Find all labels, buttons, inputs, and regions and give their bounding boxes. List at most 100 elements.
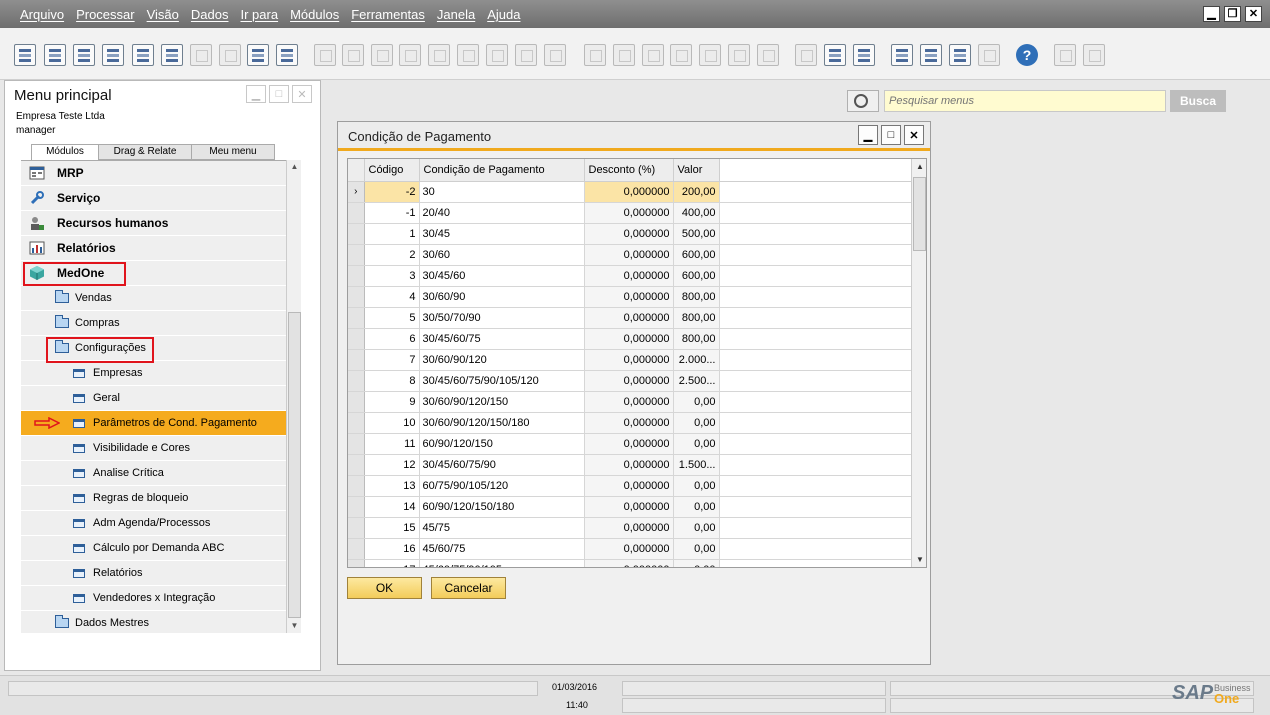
cell-codigo[interactable]: 16 <box>364 538 420 560</box>
form-settings-icon[interactable] <box>1054 44 1076 66</box>
cell-codigo[interactable]: 11 <box>364 433 420 455</box>
menu-item[interactable]: Ferramentas <box>351 7 425 22</box>
row-header[interactable] <box>348 265 365 287</box>
cell-condicao[interactable]: 30/45/60/75/90 <box>419 454 585 476</box>
table-row[interactable]: 3 30/45/60 0,000000 600,00 <box>348 265 911 287</box>
cell-desconto[interactable]: 0,000000 <box>584 433 674 455</box>
cell-condicao[interactable]: 45/60/75/90/105 <box>419 559 585 567</box>
tree-item-empresas[interactable]: Empresas <box>21 361 286 386</box>
row-header[interactable] <box>348 286 365 308</box>
first-record-icon[interactable] <box>371 44 393 66</box>
table-row[interactable]: 1 30/45 0,000000 500,00 <box>348 223 911 245</box>
cell-codigo[interactable]: 6 <box>364 328 420 350</box>
cell-valor[interactable]: 0,00 <box>673 475 720 497</box>
export-excel-icon[interactable] <box>161 44 183 66</box>
table-row[interactable]: 4 30/60/90 0,000000 800,00 <box>348 286 911 308</box>
close-icon[interactable]: ✕ <box>1245 6 1262 22</box>
target-document-icon[interactable] <box>613 44 635 66</box>
tree-item-relatorios[interactable]: Relatórios <box>21 236 286 261</box>
refresh-icon[interactable] <box>486 44 508 66</box>
cell-valor[interactable]: 1.500... <box>673 454 720 476</box>
table-row[interactable]: › -2 30 0,000000 200,00 <box>348 181 911 203</box>
cancel-button[interactable]: Cancelar <box>431 577 506 599</box>
fax-icon[interactable] <box>132 44 154 66</box>
tree-item-calculo-demanda[interactable]: Cálculo por Demanda ABC <box>21 536 286 561</box>
cell-valor[interactable]: 0,00 <box>673 412 720 434</box>
tree-item-visibilidade-cores[interactable]: Visibilidade e Cores <box>21 436 286 461</box>
help-icon[interactable]: ? <box>1016 44 1038 66</box>
row-header[interactable] <box>348 454 365 476</box>
row-header[interactable] <box>348 202 365 224</box>
scroll-down-icon[interactable]: ▼ <box>912 552 926 567</box>
maximize-icon[interactable]: □ <box>881 125 901 145</box>
table-row[interactable]: 11 60/90/120/150 0,000000 0,00 <box>348 433 911 455</box>
volume-weight-icon[interactable] <box>728 44 750 66</box>
dialog-title-bar[interactable]: Condição de Pagamento ▁ □ ✕ <box>338 122 930 151</box>
menu-item[interactable]: Arquivo <box>20 7 64 22</box>
cell-desconto[interactable]: 0,000000 <box>584 370 674 392</box>
cell-condicao[interactable]: 30/60/90/120 <box>419 349 585 371</box>
settings-icon[interactable] <box>757 44 779 66</box>
row-header[interactable] <box>348 307 365 329</box>
menu-item[interactable]: Janela <box>437 7 475 22</box>
cell-valor[interactable]: 0,00 <box>673 391 720 413</box>
sms-icon[interactable] <box>102 44 124 66</box>
structure-icon[interactable] <box>978 44 1000 66</box>
dashboard-icon[interactable] <box>949 44 971 66</box>
next-record-icon[interactable] <box>428 44 450 66</box>
table-row[interactable]: 12 30/45/60/75/90 0,000000 1.500... <box>348 454 911 476</box>
cell-condicao[interactable]: 30/60/90/120/150/180 <box>419 412 585 434</box>
row-header[interactable] <box>348 538 365 560</box>
tree-item-mrp[interactable]: MRP <box>21 161 286 186</box>
row-header[interactable] <box>348 412 365 434</box>
column-header-valor[interactable]: Valor <box>673 159 720 182</box>
table-row[interactable]: 2 30/60 0,000000 600,00 <box>348 244 911 266</box>
cell-desconto[interactable]: 0,000000 <box>584 244 674 266</box>
scroll-thumb[interactable] <box>913 177 926 251</box>
cell-codigo[interactable]: 15 <box>364 517 420 539</box>
cell-desconto[interactable]: 0,000000 <box>584 265 674 287</box>
minimize-icon[interactable]: ▁ <box>246 85 266 103</box>
table-row[interactable]: 10 30/60/90/120/150/180 0,000000 0,00 <box>348 412 911 434</box>
find-icon[interactable] <box>314 44 336 66</box>
cell-desconto[interactable]: 0,000000 <box>584 559 674 567</box>
table-row[interactable]: 9 30/60/90/120/150 0,000000 0,00 <box>348 391 911 413</box>
cell-condicao[interactable]: 30/60/90 <box>419 286 585 308</box>
cell-condicao[interactable]: 30/45/60 <box>419 265 585 287</box>
menu-item[interactable]: Ir para <box>240 7 278 22</box>
tab-modulos[interactable]: Módulos <box>31 144 99 161</box>
maximize-icon[interactable]: □ <box>269 85 289 103</box>
cell-codigo[interactable]: 3 <box>364 265 420 287</box>
tree-item-analise-critica[interactable]: Analise Crítica <box>21 461 286 486</box>
grid-scrollbar[interactable]: ▲ ▼ <box>911 159 926 567</box>
query-wizard-icon[interactable] <box>853 44 875 66</box>
cell-codigo[interactable]: 5 <box>364 307 420 329</box>
gross-profit-icon[interactable] <box>699 44 721 66</box>
previous-record-icon[interactable] <box>399 44 421 66</box>
column-header-codigo[interactable]: Código <box>364 159 420 182</box>
last-record-icon[interactable] <box>457 44 479 66</box>
tree-item-recursos-humanos[interactable]: Recursos humanos <box>21 211 286 236</box>
cell-codigo[interactable]: 1 <box>364 223 420 245</box>
cell-valor[interactable]: 0,00 <box>673 517 720 539</box>
tree-item-servico[interactable]: Serviço <box>21 186 286 211</box>
cell-valor[interactable]: 800,00 <box>673 286 720 308</box>
sort-icon[interactable] <box>544 44 566 66</box>
minimize-icon[interactable]: ▁ <box>1203 6 1220 22</box>
table-row[interactable]: 16 45/60/75 0,000000 0,00 <box>348 538 911 560</box>
table-row[interactable]: 14 60/90/120/150/180 0,000000 0,00 <box>348 496 911 518</box>
row-header[interactable] <box>348 391 365 413</box>
cell-valor[interactable]: 2.000... <box>673 349 720 371</box>
print-icon[interactable] <box>44 44 66 66</box>
minimize-icon[interactable]: ▁ <box>858 125 878 145</box>
launch-app-icon[interactable] <box>247 44 269 66</box>
scroll-up-icon[interactable]: ▲ <box>912 159 926 175</box>
tree-item-geral[interactable]: Geral <box>21 386 286 411</box>
row-header[interactable] <box>348 496 365 518</box>
search-button[interactable]: Busca <box>1170 90 1226 112</box>
cell-codigo[interactable]: 8 <box>364 370 420 392</box>
row-header[interactable] <box>348 349 365 371</box>
row-header[interactable] <box>348 517 365 539</box>
menu-item[interactable]: Ajuda <box>487 7 520 22</box>
menu-item[interactable]: Módulos <box>290 7 339 22</box>
